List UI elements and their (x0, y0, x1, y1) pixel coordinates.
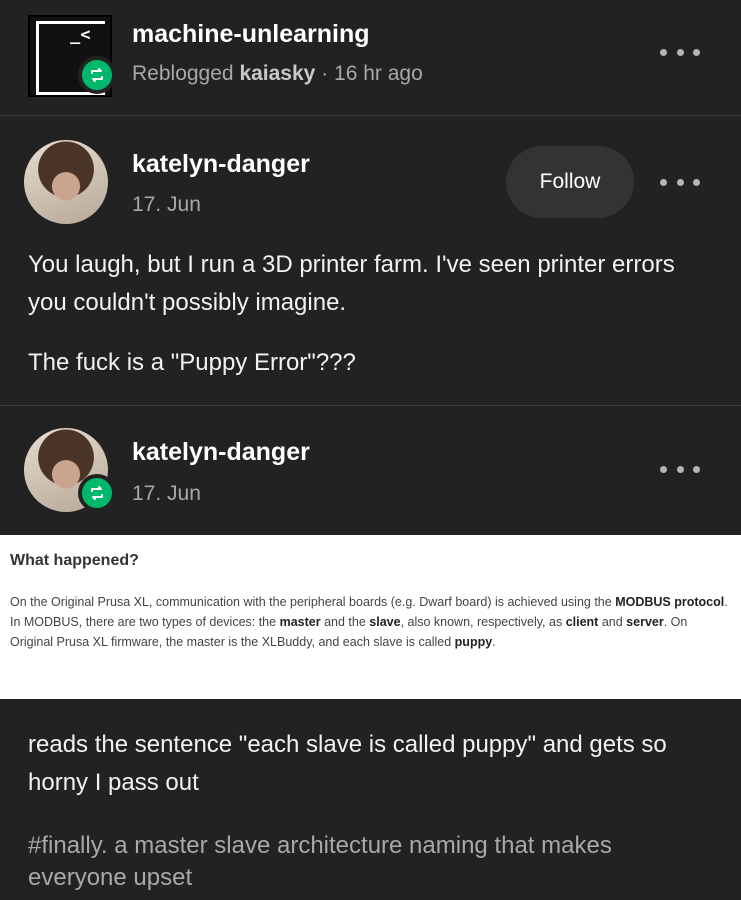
more-options-icon[interactable] (660, 172, 700, 192)
embedded-screenshot: What happened? On the Original Prusa XL,… (0, 535, 741, 699)
more-options-icon[interactable] (660, 42, 700, 62)
post-paragraph: You laugh, but I run a 3D printer farm. … (28, 251, 675, 316)
post-username[interactable]: katelyn-danger (132, 150, 310, 179)
divider (0, 405, 741, 406)
post-paragraph: The fuck is a "Puppy Error"??? (28, 349, 356, 376)
post-date[interactable]: 17. Jun (132, 482, 201, 506)
reblog-icon (78, 56, 116, 94)
more-options-icon[interactable] (660, 459, 700, 479)
reblog-time: · 16 hr ago (321, 62, 423, 85)
reblog-meta-prefix: Reblogged (132, 62, 234, 85)
post-tags[interactable]: #finally. a master slave architecture na… (28, 830, 708, 894)
reblogger-blog-name[interactable]: machine-unlearning (132, 20, 370, 49)
post-date[interactable]: 17. Jun (132, 193, 201, 217)
divider (0, 115, 741, 116)
follow-button[interactable]: Follow (506, 146, 634, 218)
source-blog-link[interactable]: kaiasky (239, 62, 315, 85)
doc-title: What happened? (10, 552, 139, 569)
avatar-glyph: _< (70, 25, 91, 45)
post-username[interactable]: katelyn-danger (132, 438, 310, 467)
doc-text: On the Original Prusa XL, communication … (10, 595, 728, 649)
reblog-meta: Reblogged kaiasky · 16 hr ago (132, 62, 423, 86)
reblog-icon (78, 474, 116, 512)
user-avatar[interactable] (24, 140, 108, 224)
post-text: reads the sentence "each slave is called… (28, 731, 667, 796)
